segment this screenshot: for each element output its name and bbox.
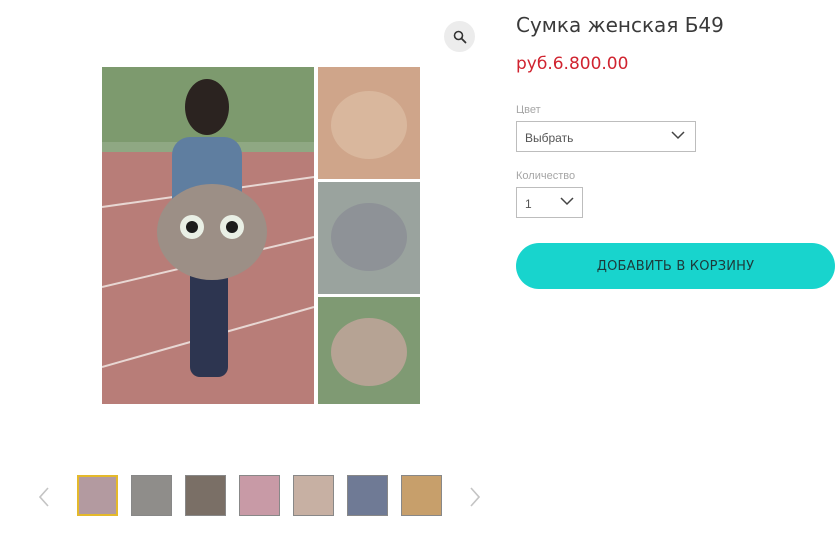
product-price: руб.6.800.00 xyxy=(516,54,629,74)
thumbnail-3[interactable] xyxy=(185,475,226,516)
color-select-value: Выбрать xyxy=(525,131,574,145)
thumbnail-5[interactable] xyxy=(293,475,334,516)
chevron-down-icon xyxy=(560,197,574,206)
thumbnail-next-button[interactable] xyxy=(467,484,483,510)
thumbnail-7[interactable] xyxy=(401,475,442,516)
thumbnail-1[interactable] xyxy=(77,475,118,516)
chevron-left-icon xyxy=(39,487,49,507)
product-title: Сумка женская Б49 xyxy=(516,13,724,37)
quantity-select[interactable]: 1 xyxy=(516,187,583,218)
zoom-button[interactable] xyxy=(444,21,475,52)
thumbnail-2[interactable] xyxy=(131,475,172,516)
thumbnail-6[interactable] xyxy=(347,475,388,516)
magnifier-icon xyxy=(453,30,466,43)
add-to-cart-label: ДОБАВИТЬ В КОРЗИНУ xyxy=(596,258,755,274)
quantity-select-value: 1 xyxy=(525,197,532,211)
quantity-label: Количество xyxy=(516,170,576,182)
thumbnail-4[interactable] xyxy=(239,475,280,516)
color-select[interactable]: Выбрать xyxy=(516,121,696,152)
thumbnail-prev-button[interactable] xyxy=(36,484,52,510)
color-label: Цвет xyxy=(516,104,541,114)
main-product-image[interactable] xyxy=(102,67,420,404)
add-to-cart-button[interactable]: ДОБАВИТЬ В КОРЗИНУ xyxy=(516,243,835,289)
chevron-down-icon xyxy=(671,131,685,140)
chevron-right-icon xyxy=(470,487,480,507)
